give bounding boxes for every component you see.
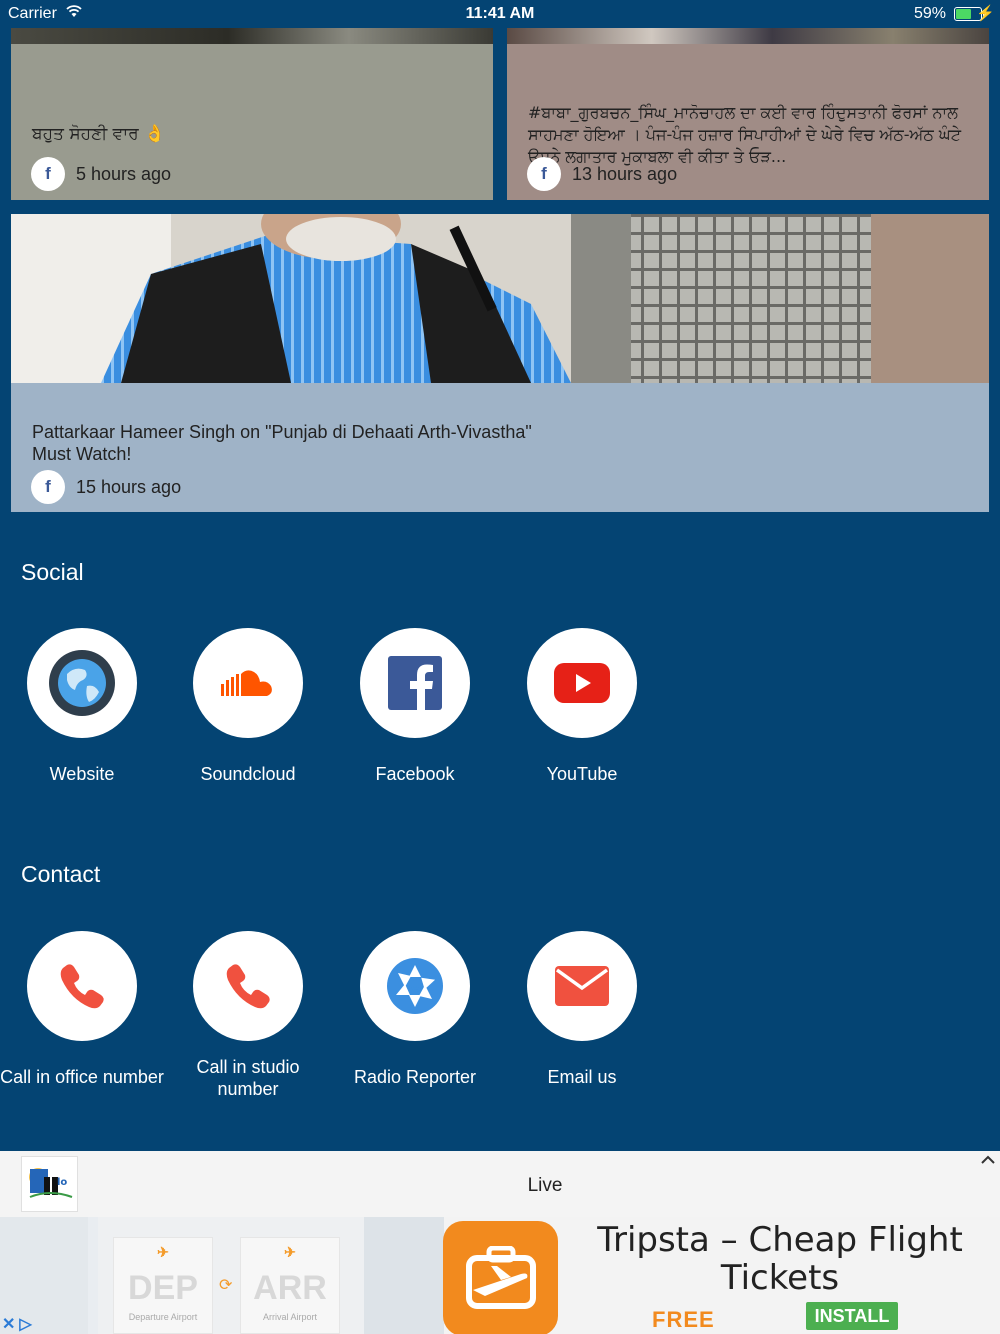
ad-banner[interactable]: ✈ DEP Departure Airport ⟳ ✈ ARR Arrival …: [0, 1217, 1000, 1334]
post-time: 5 hours ago: [76, 163, 172, 184]
feed-card[interactable]: Pattarkaar Hameer Singh on "Punjab di De…: [11, 214, 989, 512]
tile-label: Facebook: [375, 764, 455, 784]
call-studio-button[interactable]: Call in studio number: [165, 931, 331, 1100]
status-bar: Carrier 11:41 AM 59% ⚡: [0, 0, 1000, 28]
icon-circle: [193, 931, 303, 1041]
youtube-icon: [554, 663, 610, 703]
globe-icon: [49, 650, 115, 716]
soundcloud-icon: [221, 670, 272, 696]
icon-circle: [27, 931, 137, 1041]
ad-screenshot-arrival: ✈ ARR Arrival Airport: [240, 1237, 340, 1334]
contact-section-title: Contact: [21, 861, 101, 887]
live-player-bar[interactable]: lo Live: [0, 1151, 1000, 1217]
battery-percent: 59%: [913, 5, 946, 22]
tile-label: Website: [49, 764, 115, 784]
post-meta: f 5 hours ago: [31, 157, 171, 191]
post-text: Pattarkaar Hameer Singh on "Punjab di De…: [32, 421, 532, 461]
post-image: [11, 28, 493, 44]
icon-circle: [527, 931, 637, 1041]
tile-label: Call in office number: [0, 1067, 164, 1087]
facebook-icon: f: [31, 470, 65, 504]
post-image: [507, 28, 989, 44]
tile-label: Email us: [547, 1067, 617, 1087]
radio-reporter-button[interactable]: Radio Reporter: [332, 931, 498, 1088]
close-icon[interactable]: ✕: [2, 1314, 15, 1334]
phone-icon: [226, 964, 270, 1009]
icon-circle: [360, 628, 470, 738]
social-section-title: Social: [21, 559, 84, 585]
facebook-icon: f: [527, 157, 561, 191]
chevron-up-icon[interactable]: [980, 1149, 996, 1170]
post-meta: f 13 hours ago: [527, 157, 677, 191]
post-text: ਬਹੁਤ ਸੋਹਣੀ ਵਾਰ 👌: [32, 124, 166, 144]
ad-screenshots: ✈ DEP Departure Airport ⟳ ✈ ARR Arrival …: [0, 1217, 444, 1334]
phone-icon: [60, 964, 104, 1009]
swap-icon: ⟳: [219, 1277, 233, 1294]
envelope-icon: [555, 966, 609, 1006]
ad-screenshot-departure: ✈ DEP Departure Airport: [113, 1237, 213, 1334]
feed-card[interactable]: ਬਹੁਤ ਸੋਹਣੀ ਵਾਰ 👌 f 5 hours ago: [11, 28, 493, 200]
clock: 11:41 AM: [465, 5, 535, 22]
tile-label: Radio Reporter: [353, 1067, 477, 1087]
charging-icon: ⚡: [976, 5, 995, 22]
facebook-icon: [388, 656, 442, 710]
icon-circle: [193, 628, 303, 738]
ad-title: Tripsta – Cheap Flight Tickets: [597, 1220, 963, 1298]
post-meta: f 15 hours ago: [31, 470, 181, 504]
feed-card[interactable]: #ਬਾਬਾ_ਗੁਰਬਚਨ_ਸਿੰਘ_ਮਾਨੋਚਾਹਲ ਦਾ ਕਈ ਵਾਰ ਹਿੰ…: [507, 28, 989, 200]
facebook-icon: f: [31, 157, 65, 191]
tile-label: YouTube: [546, 764, 618, 784]
ad-app-icon[interactable]: [443, 1221, 558, 1334]
email-us-button[interactable]: Email us: [499, 931, 665, 1088]
tile-label: Soundcloud: [200, 764, 296, 784]
adchoices-icon[interactable]: ▷: [19, 1314, 31, 1334]
social-youtube-button[interactable]: YouTube: [499, 628, 665, 785]
icon-circle: [360, 931, 470, 1041]
player-status: Live: [527, 1175, 563, 1196]
social-facebook-button[interactable]: Facebook: [332, 628, 498, 785]
post-time: 15 hours ago: [76, 476, 182, 497]
tile-label: Call in studio number: [196, 1057, 300, 1099]
social-website-button[interactable]: Website: [0, 628, 165, 785]
post-text-line: Pattarkaar Hameer Singh on "Punjab di De…: [32, 422, 532, 442]
social-soundcloud-button[interactable]: Soundcloud: [165, 628, 331, 785]
icon-circle: [527, 628, 637, 738]
post-image: [11, 214, 989, 383]
post-time: 13 hours ago: [572, 163, 678, 184]
ad-choices[interactable]: ✕ ▷: [2, 1314, 42, 1334]
post-text-line: Must Watch!: [32, 444, 132, 461]
ad-price: FREE: [652, 1307, 715, 1332]
install-button[interactable]: INSTALL: [806, 1302, 898, 1330]
camera-aperture-icon: [387, 958, 443, 1014]
icon-circle: [27, 628, 137, 738]
call-office-button[interactable]: Call in office number: [0, 931, 165, 1088]
